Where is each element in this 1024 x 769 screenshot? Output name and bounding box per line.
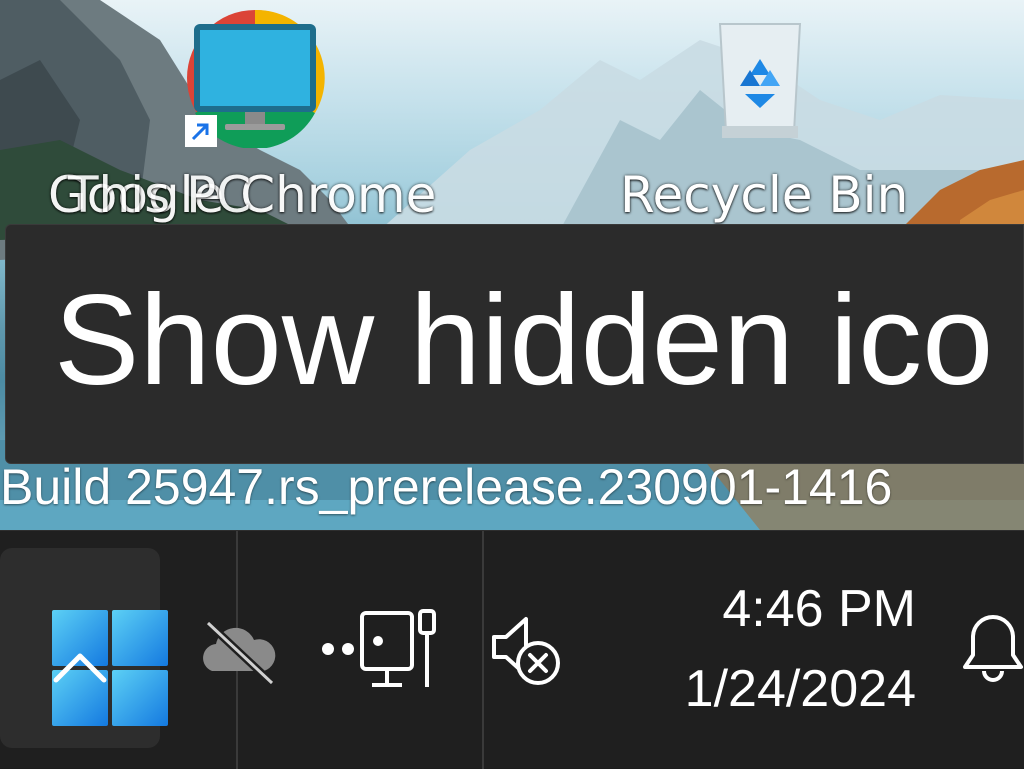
- tooltip-text: Show hidden ico: [54, 269, 994, 412]
- bell-icon: [963, 615, 1023, 682]
- shortcut-arrow-icon: [185, 115, 217, 151]
- volume-tray-button[interactable]: [490, 609, 564, 695]
- recycle-bin-desktop-label: Recycle Bin: [620, 166, 909, 224]
- start-button[interactable]: [0, 548, 168, 748]
- taskbar: 4:46 PM 1/24/2024: [0, 530, 1024, 769]
- onedrive-tray-button[interactable]: [198, 619, 278, 689]
- show-hidden-icons-tooltip: Show hidden ico: [5, 224, 1024, 464]
- this-pc-desktop-label: This PC: [68, 166, 252, 224]
- recycle-bin-desktop-icon[interactable]: [710, 14, 810, 146]
- recycle-bin-icon: [718, 23, 802, 138]
- build-watermark: Build 25947.rs_prerelease.230901-1416: [0, 459, 893, 515]
- clock-time: 4:46 PM: [722, 580, 916, 638]
- network-ethernet-icon: [322, 609, 436, 687]
- notifications-button[interactable]: [962, 613, 1024, 691]
- network-tray-button[interactable]: [318, 609, 442, 695]
- windows-logo-icon: [52, 610, 168, 726]
- clock-date: 1/24/2024: [684, 660, 916, 718]
- onedrive-offline-icon: [203, 620, 276, 686]
- volume-muted-icon: [492, 617, 560, 685]
- taskbar-separator: [482, 531, 484, 769]
